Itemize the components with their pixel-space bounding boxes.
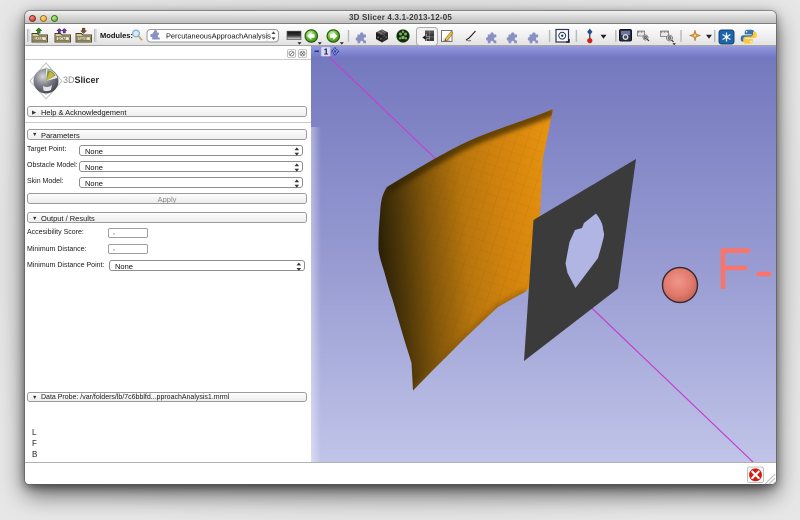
svg-text:1: 1: [324, 47, 329, 57]
svg-text:PercutaneousApproachAnalysis: PercutaneousApproachAnalysis: [166, 32, 271, 41]
svg-text:SAVE: SAVE: [78, 37, 88, 41]
svg-text:DATA: DATA: [34, 37, 43, 41]
svg-text:DCM: DCM: [58, 37, 66, 41]
svg-text:Modules:: Modules:: [100, 31, 133, 40]
